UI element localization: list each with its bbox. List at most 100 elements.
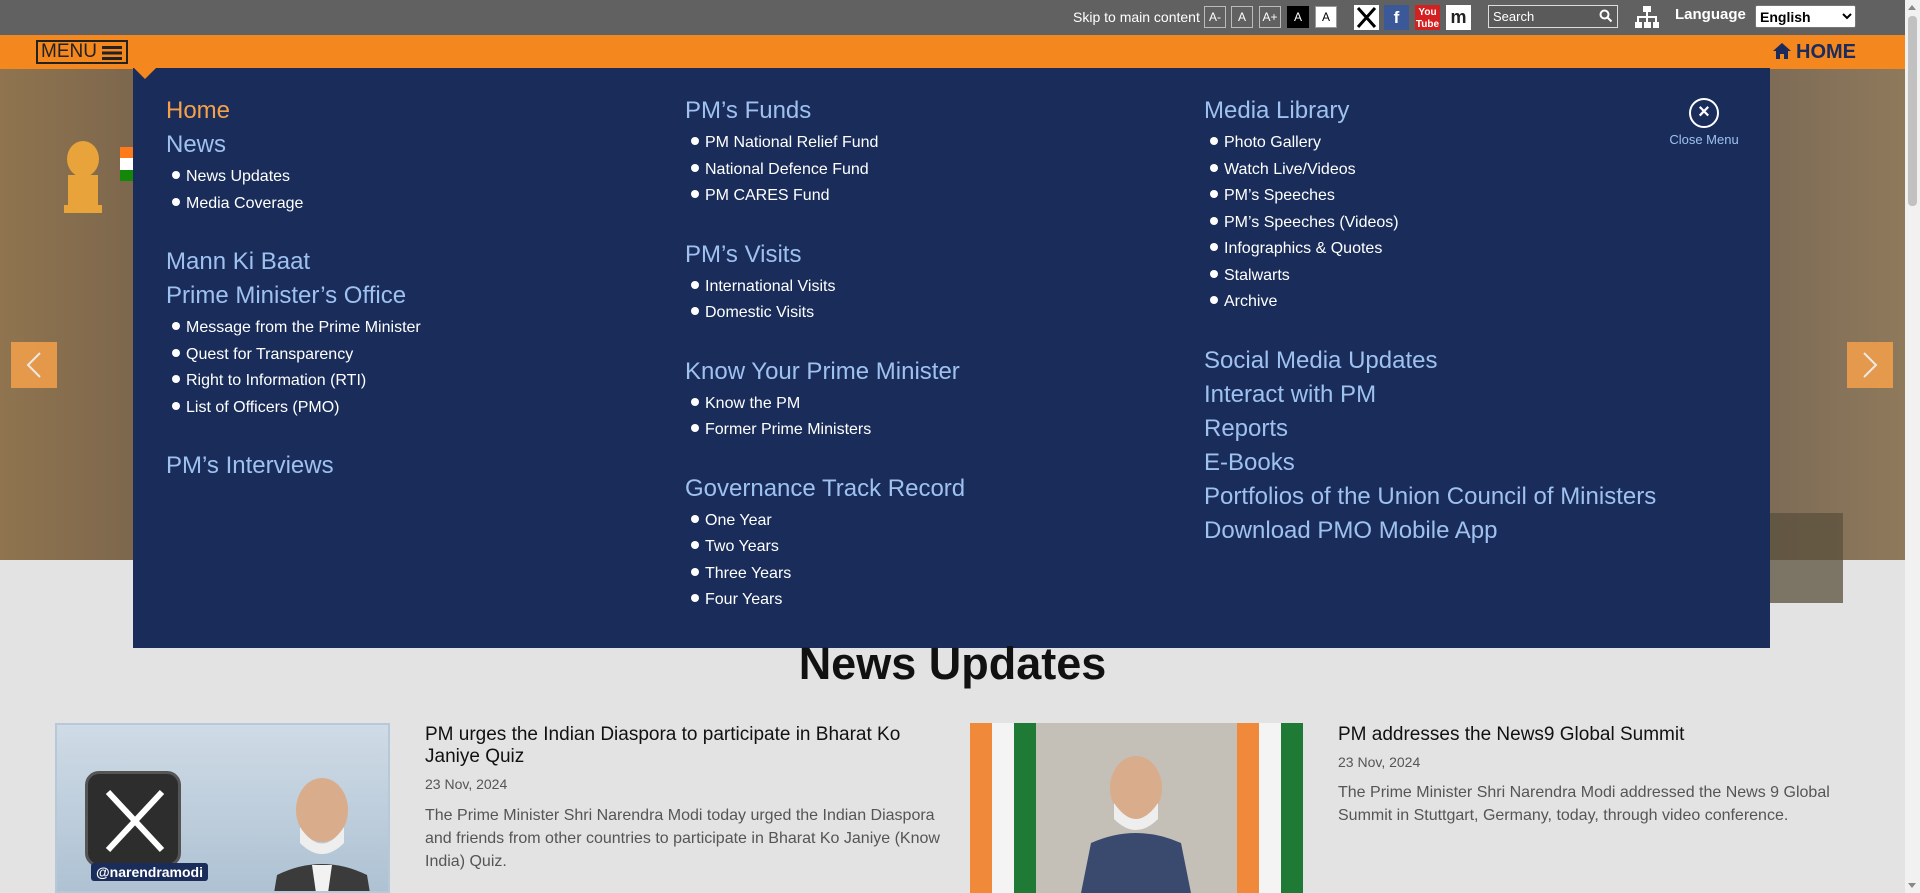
- menu-heading-pm-funds[interactable]: PM’s Funds: [685, 94, 965, 128]
- menu-item-watch-live-videos[interactable]: Watch Live/Videos: [1210, 157, 1656, 184]
- menu-heading-mann-ki-baat[interactable]: Mann Ki Baat: [166, 245, 421, 279]
- twitter-handle-badge: @narendramodi: [91, 863, 209, 881]
- menu-heading-reports[interactable]: Reports: [1204, 412, 1656, 446]
- mega-menu-panel: Home News News Updates Media Coverage Ma…: [133, 68, 1770, 648]
- menu-heading-download-app[interactable]: Download PMO Mobile App: [1204, 514, 1656, 548]
- menu-heading-interact-with-pm[interactable]: Interact with PM: [1204, 378, 1656, 412]
- chevron-left-icon: [26, 352, 41, 378]
- menu-item-infographics-quotes[interactable]: Infographics & Quotes: [1210, 236, 1656, 263]
- menu-item-stalwarts[interactable]: Stalwarts: [1210, 263, 1656, 290]
- youtube-icon[interactable]: You Tube: [1415, 5, 1440, 30]
- close-icon: ×: [1689, 98, 1719, 128]
- scroll-thumb[interactable]: [1908, 16, 1917, 206]
- home-link[interactable]: HOME: [1772, 41, 1856, 64]
- menu-item-four-years[interactable]: Four Years: [691, 587, 965, 614]
- news-thumbnail-1[interactable]: @narendramodi: [55, 723, 390, 893]
- top-utility-bar: Skip to main content A- A A+ A A f You Tu…: [0, 0, 1920, 35]
- menu-item-former-pms[interactable]: Former Prime Ministers: [691, 417, 965, 444]
- menu-item-one-year[interactable]: One Year: [691, 508, 965, 535]
- menu-item-pm-national-relief-fund[interactable]: PM National Relief Fund: [691, 130, 965, 157]
- x-twitter-icon[interactable]: [1354, 5, 1379, 30]
- skip-to-main-link[interactable]: Skip to main content: [1073, 9, 1200, 25]
- national-emblem-icon: [64, 141, 102, 213]
- menu-item-quest-for-transparency[interactable]: Quest for Transparency: [172, 342, 421, 369]
- menu-item-archive[interactable]: Archive: [1210, 289, 1656, 316]
- facebook-icon[interactable]: f: [1384, 5, 1409, 30]
- carousel-next-button[interactable]: [1847, 342, 1893, 388]
- menu-item-list-of-officers[interactable]: List of Officers (PMO): [172, 395, 421, 422]
- menu-item-media-coverage[interactable]: Media Coverage: [172, 191, 421, 218]
- search-icon[interactable]: [1599, 9, 1613, 23]
- menu-item-national-defence-fund[interactable]: National Defence Fund: [691, 157, 965, 184]
- flag-right-icon: [1233, 723, 1303, 893]
- menu-toggle-button[interactable]: MENU: [36, 40, 128, 64]
- know-pm-submenu: Know the PM Former Prime Ministers: [691, 391, 965, 444]
- high-contrast-button[interactable]: A: [1287, 6, 1309, 28]
- menu-heading-e-books[interactable]: E-Books: [1204, 446, 1656, 480]
- pm-visits-submenu: International Visits Domestic Visits: [691, 274, 965, 327]
- font-decrease-button[interactable]: A-: [1204, 6, 1226, 28]
- font-increase-button[interactable]: A+: [1259, 6, 1281, 28]
- menu-heading-home[interactable]: Home: [166, 94, 421, 128]
- chevron-right-icon: [1863, 352, 1878, 378]
- font-normal-button[interactable]: A: [1231, 6, 1253, 28]
- menu-heading-media-library[interactable]: Media Library: [1204, 94, 1656, 128]
- language-label: Language: [1675, 6, 1746, 23]
- pm-portrait-icon-2: [1081, 756, 1191, 893]
- pm-portrait-icon: [274, 778, 370, 891]
- scroll-up-icon[interactable]: [1908, 5, 1916, 10]
- news-thumbnail-2[interactable]: [970, 723, 1303, 893]
- home-icon: [1773, 43, 1791, 59]
- news-section-title: News Updates: [798, 638, 1107, 689]
- menu-column-2: PM’s Funds PM National Relief Fund Natio…: [685, 94, 965, 614]
- menu-heading-pmo[interactable]: Prime Minister’s Office: [166, 279, 421, 313]
- menu-item-three-years[interactable]: Three Years: [691, 561, 965, 588]
- menu-item-pm-speeches-videos[interactable]: PM’s Speeches (Videos): [1210, 210, 1656, 237]
- menu-label: MENU: [41, 41, 97, 62]
- news-title-2[interactable]: PM addresses the News9 Global Summit: [1338, 724, 1858, 746]
- pmo-submenu: Message from the Prime Minister Quest fo…: [172, 315, 421, 421]
- menu-item-news-updates[interactable]: News Updates: [172, 164, 421, 191]
- menu-column-1: Home News News Updates Media Coverage Ma…: [166, 94, 421, 483]
- menu-heading-pm-interviews[interactable]: PM’s Interviews: [166, 449, 421, 483]
- menu-heading-portfolios[interactable]: Portfolios of the Union Council of Minis…: [1204, 480, 1656, 514]
- menu-pointer: [133, 67, 157, 79]
- menu-heading-social-media-updates[interactable]: Social Media Updates: [1204, 344, 1656, 378]
- sitemap-icon[interactable]: [1634, 5, 1660, 31]
- search-input[interactable]: [1489, 6, 1589, 27]
- menu-item-two-years[interactable]: Two Years: [691, 534, 965, 561]
- close-menu-label: Close Menu: [1669, 132, 1739, 147]
- carousel-prev-button[interactable]: [11, 342, 57, 388]
- close-menu-button[interactable]: × Close Menu: [1668, 98, 1740, 147]
- news-desc-2: The Prime Minister Shri Narendra Modi ad…: [1338, 784, 1830, 824]
- flag-left-icon: [970, 723, 1040, 893]
- scroll-down-icon[interactable]: [1908, 883, 1916, 888]
- x-logo-icon: [85, 771, 181, 867]
- menu-item-rti[interactable]: Right to Information (RTI): [172, 368, 421, 395]
- menu-heading-pm-visits[interactable]: PM’s Visits: [685, 238, 965, 272]
- menu-item-international-visits[interactable]: International Visits: [691, 274, 965, 301]
- menu-heading-know-your-pm[interactable]: Know Your Prime Minister: [685, 355, 965, 389]
- menu-column-3: Media Library Photo Gallery Watch Live/V…: [1204, 94, 1656, 548]
- search-box: [1488, 5, 1618, 28]
- tricolor-strip-icon: [120, 147, 134, 181]
- governance-submenu: One Year Two Years Three Years Four Year…: [691, 508, 965, 614]
- menu-heading-governance-track-record[interactable]: Governance Track Record: [685, 472, 965, 506]
- menu-item-message-from-pm[interactable]: Message from the Prime Minister: [172, 315, 421, 342]
- menu-heading-news[interactable]: News: [166, 128, 421, 162]
- normal-contrast-button[interactable]: A: [1315, 6, 1337, 28]
- main-nav-bar: MENU HOME: [0, 35, 1920, 79]
- news-submenu: News Updates Media Coverage: [172, 164, 421, 217]
- pm-funds-submenu: PM National Relief Fund National Defence…: [691, 130, 965, 210]
- page-scrollbar[interactable]: [1905, 0, 1920, 893]
- language-select[interactable]: English: [1755, 5, 1856, 28]
- namo-app-icon[interactable]: m: [1446, 5, 1471, 30]
- news-title-1[interactable]: PM urges the Indian Diaspora to particip…: [425, 724, 945, 768]
- menu-item-photo-gallery[interactable]: Photo Gallery: [1210, 130, 1656, 157]
- menu-item-know-the-pm[interactable]: Know the PM: [691, 391, 965, 418]
- home-label: HOME: [1796, 41, 1856, 63]
- menu-item-domestic-visits[interactable]: Domestic Visits: [691, 300, 965, 327]
- news-date-1: 23 Nov, 2024: [425, 776, 508, 792]
- menu-item-pm-speeches[interactable]: PM’s Speeches: [1210, 183, 1656, 210]
- menu-item-pm-cares-fund[interactable]: PM CARES Fund: [691, 183, 965, 210]
